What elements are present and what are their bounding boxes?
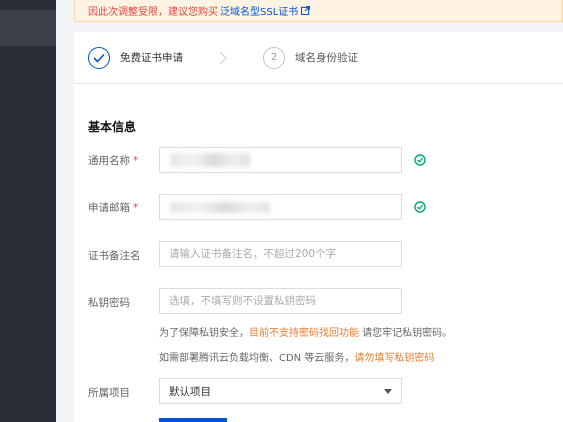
project-select[interactable]: 默认项目 xyxy=(159,378,402,404)
sidebar xyxy=(0,0,56,422)
wildcard-ssl-link[interactable]: 泛域名型SSL证书 xyxy=(220,3,298,18)
notice-text: 因此次调整受限，建议您购买 xyxy=(88,7,218,18)
chevron-right-icon xyxy=(219,51,227,64)
project-selected-value: 默认项目 xyxy=(169,385,211,398)
notice-banner: 因此次调整受限，建议您购买 泛域名型SSL证书 xyxy=(74,0,563,22)
project-label: 所属项目 xyxy=(88,387,130,399)
form-panel: 免费证书申请 2 域名身份验证 基本信息 通用名称* 申请邮箱* 证书备注名 xyxy=(74,32,563,422)
common-name-label: 通用名称 * xyxy=(88,155,139,167)
steps-bar: 免费证书申请 2 域名身份验证 xyxy=(74,32,563,84)
private-key-input[interactable] xyxy=(159,288,402,314)
external-link-icon[interactable] xyxy=(301,6,311,15)
submit-button[interactable] xyxy=(159,418,227,422)
check-circle-icon xyxy=(414,154,426,166)
sidebar-active-item[interactable] xyxy=(0,10,56,46)
email-label: 申请邮箱 * xyxy=(88,202,139,214)
email-redacted xyxy=(170,202,270,213)
section-title: 基本信息 xyxy=(88,120,137,134)
step-2-number: 2 xyxy=(270,52,278,63)
private-key-label: 私钥密码 xyxy=(88,297,130,309)
remark-input[interactable] xyxy=(159,241,402,267)
step-2-indicator: 2 xyxy=(263,46,285,69)
step-2-label: 域名身份验证 xyxy=(295,52,358,64)
main-content: 因此次调整受限，建议您购买 泛域名型SSL证书 免费证书申请 2 域名身份验证 … xyxy=(56,0,563,422)
private-key-hint-2: 如需部署腾讯云负载均衡、CDN 等云服务，请勿填写私钥密码 xyxy=(159,353,435,364)
remark-label: 证书备注名 xyxy=(88,250,141,262)
common-name-redacted xyxy=(170,153,250,167)
check-circle-icon xyxy=(414,201,426,213)
private-key-hint-1: 为了保障私钥安全，目前不支持密码找回功能 请您牢记私钥密码。 xyxy=(159,328,453,339)
step-1-label: 免费证书申请 xyxy=(120,52,183,64)
caret-down-icon xyxy=(384,389,392,394)
step-1-indicator xyxy=(88,46,110,69)
check-icon xyxy=(93,53,105,63)
